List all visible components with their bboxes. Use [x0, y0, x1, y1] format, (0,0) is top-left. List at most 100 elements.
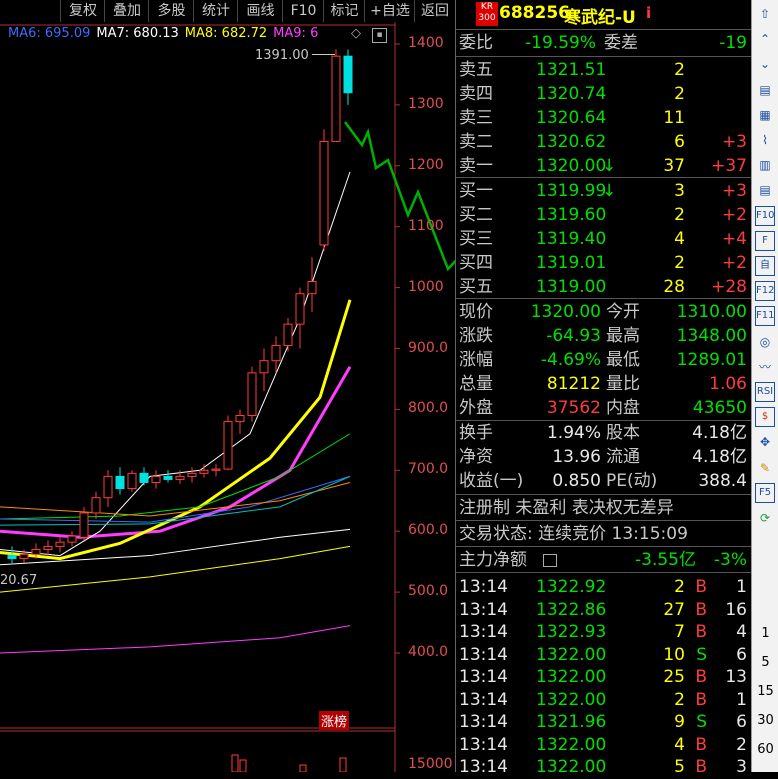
- bid-row: 买二 1319.60 2 +2: [456, 203, 751, 227]
- trade-count: 13: [725, 667, 747, 687]
- toolbar-button-5[interactable]: F10: [282, 0, 324, 22]
- period-15[interactable]: 15: [752, 684, 778, 699]
- toolbar-button-6[interactable]: 标记: [323, 0, 365, 22]
- chevron-up-icon[interactable]: ⌃: [755, 29, 775, 49]
- ma-line-3: [0, 433, 351, 520]
- stat-row: 涨跌 -64.93 最高 1348.00: [456, 324, 751, 348]
- trade-volume: 10: [663, 644, 685, 665]
- trade-side: B: [695, 667, 707, 687]
- ask-label: 卖一: [459, 156, 493, 176]
- trade-side: S: [696, 644, 707, 665]
- trade-time: 13:14: [459, 599, 508, 620]
- period-60[interactable]: 60: [752, 742, 778, 757]
- candle-body: [151, 475, 161, 483]
- candle-body: [211, 468, 221, 471]
- trade-price: 1322.00: [536, 734, 607, 755]
- ask-price: 1320.74: [536, 84, 607, 104]
- weicha-value: -19: [719, 33, 747, 53]
- chart-line-icon[interactable]: ⌇: [755, 130, 775, 150]
- trade-side: B: [695, 622, 707, 642]
- period-1[interactable]: 1: [752, 626, 778, 641]
- pen-icon[interactable]: ✎: [755, 458, 775, 478]
- ask-label: 卖五: [459, 60, 493, 80]
- trade-time: 13:14: [459, 667, 508, 687]
- separator: [456, 494, 751, 495]
- stock-name: 寒武纪-U: [564, 8, 636, 28]
- candle-body: [163, 475, 173, 480]
- candle-body: [115, 475, 125, 490]
- rsi-icon[interactable]: RSI: [755, 382, 775, 402]
- ask-price: 1321.51: [536, 60, 607, 80]
- f5-icon[interactable]: F5: [755, 482, 775, 503]
- stat-value: -64.93: [546, 326, 601, 346]
- bid-label: 买二: [459, 205, 493, 225]
- trade-price: 1321.96: [536, 712, 607, 732]
- trade-volume: 25: [663, 667, 685, 687]
- trade-count: 2: [736, 734, 747, 755]
- candle-body: [43, 545, 53, 550]
- toolbar-button-1[interactable]: 叠加: [104, 0, 149, 22]
- ask-volume: 2: [674, 60, 685, 80]
- trade-time: 13:14: [459, 712, 508, 732]
- wave-icon[interactable]: 〰: [755, 357, 775, 377]
- market-badge-bottom: 300: [478, 13, 496, 23]
- webi-row: 委比 -19.59% 委差 -19: [456, 31, 751, 55]
- toolbar-button-4[interactable]: 画线: [237, 0, 283, 22]
- ask-change: +37: [711, 156, 747, 176]
- toolbar-button-8[interactable]: 返回: [414, 0, 455, 22]
- table-icon[interactable]: ▦: [755, 105, 775, 125]
- kline-chart[interactable]: [0, 22, 455, 772]
- period-5[interactable]: 5: [752, 655, 778, 670]
- stat-row: 涨幅 -4.69% 最低 1289.01: [456, 348, 751, 372]
- ask-label: 卖三: [459, 108, 493, 128]
- f10-icon[interactable]: F10: [755, 205, 775, 226]
- ask-label: 卖四: [459, 84, 493, 104]
- toolbar-button-3[interactable]: 统计: [193, 0, 238, 22]
- separator: [456, 29, 751, 30]
- info-icon[interactable]: i: [646, 4, 651, 22]
- fundamental-row: 换手 1.94% 股本 4.18亿: [456, 421, 751, 445]
- webi-label: 委比: [459, 33, 493, 53]
- stat-label: 最高: [606, 326, 640, 346]
- list-icon[interactable]: [543, 554, 557, 567]
- ma-line-7: [0, 545, 351, 593]
- fundamental-label: 净资: [459, 447, 493, 467]
- candle-body: [127, 472, 137, 490]
- fundamental-value: 4.18亿: [692, 447, 747, 467]
- trade-volume: 9: [674, 712, 685, 732]
- chevron-down-icon[interactable]: ⌄: [755, 54, 775, 74]
- toolbar-button-0[interactable]: 复权: [60, 0, 105, 22]
- candle-body: [319, 140, 329, 246]
- dollar-icon[interactable]: $: [755, 407, 775, 428]
- market-badge-top: KR: [480, 2, 494, 12]
- refresh-icon[interactable]: ⟳: [755, 508, 775, 528]
- volume-bar: [339, 757, 347, 772]
- toolbar-button-2[interactable]: 多股: [148, 0, 194, 22]
- f12-icon[interactable]: F12: [755, 281, 775, 302]
- bid-label: 买四: [459, 253, 493, 273]
- trade-volume: 27: [663, 599, 685, 620]
- webi-value: -19.59%: [525, 33, 596, 53]
- period-30[interactable]: 30: [752, 713, 778, 728]
- candlestick-icon[interactable]: ▥: [755, 155, 775, 175]
- chart-toolbar: 复权 叠加 多股 统计 画线 F10 标记 +自选 返回: [0, 0, 455, 22]
- limit-up-tag[interactable]: 涨榜: [319, 711, 350, 730]
- f11-icon[interactable]: F11: [755, 306, 775, 327]
- book-icon[interactable]: ▤: [755, 80, 775, 100]
- high-price-label: 1391.00: [255, 48, 309, 63]
- list-icon[interactable]: ▤: [755, 180, 775, 200]
- volume-axis-tick: 15000: [408, 756, 453, 772]
- trade-price: 1322.00: [536, 644, 607, 665]
- trade-row: 13:14 1322.92 2 B 1: [456, 575, 751, 599]
- candle-body: [223, 421, 233, 470]
- fundamental-label: 流通: [606, 447, 640, 467]
- toolbar-button-7[interactable]: +自选: [364, 0, 415, 22]
- f10-alt-icon[interactable]: F: [755, 230, 775, 251]
- circle-icon[interactable]: ◎: [755, 332, 775, 352]
- trade-side: S: [696, 712, 707, 732]
- move-icon[interactable]: ✥: [755, 432, 775, 452]
- self-select-icon[interactable]: 自: [755, 256, 775, 276]
- drawn-trend-line: [343, 121, 455, 272]
- up-arrow-icon[interactable]: ⇧: [755, 4, 775, 24]
- main-net-row: 主力净额 -3.55亿 -3%: [456, 548, 751, 572]
